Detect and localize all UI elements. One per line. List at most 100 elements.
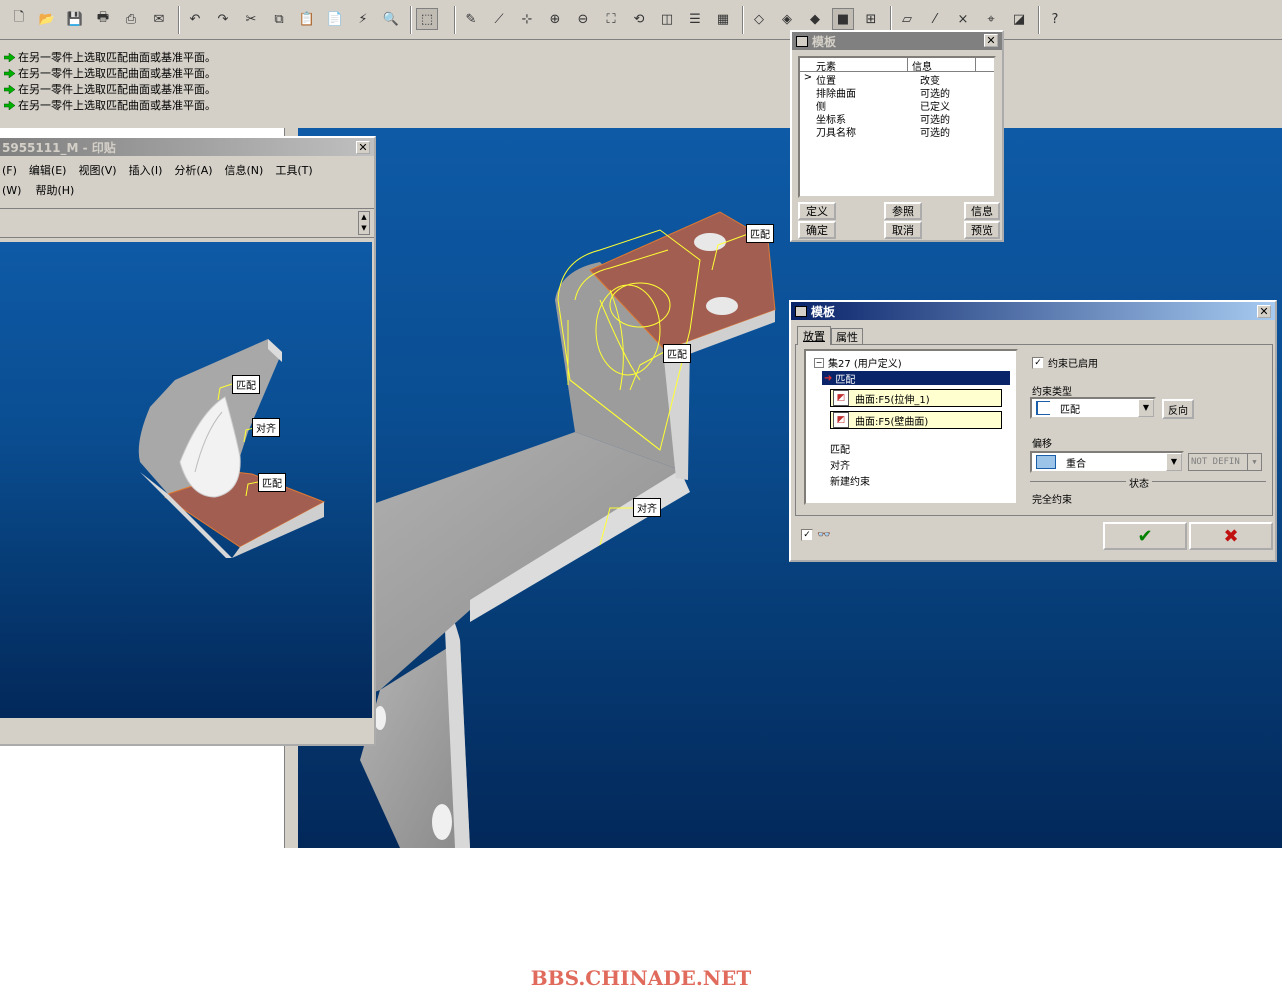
status-value: 完全约束 [1032, 495, 1072, 506]
help-icon[interactable]: ? [1044, 8, 1066, 30]
save-icon[interactable]: 💾 [64, 8, 86, 30]
wireframe-icon[interactable]: ◇ [748, 8, 770, 30]
zoom-out-icon[interactable]: ⊖ [572, 8, 594, 30]
close-icon[interactable]: ✕ [356, 141, 370, 154]
tab-properties[interactable]: 属性 [831, 328, 863, 345]
constraint-label[interactable]: 匹配 [663, 344, 691, 363]
constraint-enabled-checkbox[interactable]: ✓ [1032, 356, 1044, 369]
constraint-type-select[interactable]: 匹配 ▼ [1030, 397, 1156, 419]
reference-button[interactable]: 参照 [884, 202, 922, 220]
ok-check-button[interactable]: ✔ [1103, 522, 1187, 550]
email-icon[interactable]: ✉ [148, 8, 170, 30]
tree-item[interactable]: 对齐 [830, 457, 850, 472]
offset-select[interactable]: 重合 ▼ [1030, 451, 1184, 473]
column-info[interactable]: 信息 [908, 58, 976, 73]
collapse-icon[interactable]: − [814, 357, 824, 368]
csys-display-icon[interactable]: ⌖ [980, 8, 1002, 30]
menu-file[interactable]: (F) [2, 164, 17, 177]
datum-point-icon[interactable]: ⊹ [516, 8, 538, 30]
component-model[interactable] [0, 242, 372, 718]
menu-edit[interactable]: 编辑(E) [29, 162, 67, 178]
cancel-button[interactable]: 取消 [884, 221, 922, 239]
copy-icon[interactable]: ⧉ [268, 8, 290, 30]
chevron-down-icon[interactable]: ▼ [1138, 399, 1154, 417]
menu-analysis[interactable]: 分析(A) [174, 162, 212, 178]
menu-view[interactable]: 视图(V) [78, 162, 116, 178]
constraint-label[interactable]: 匹配 [746, 224, 774, 243]
datum-point-display-icon[interactable]: × [952, 8, 974, 30]
undo-icon[interactable]: ↶ [184, 8, 206, 30]
constraint-label[interactable]: 对齐 [633, 498, 661, 517]
menu-window[interactable]: (W) [2, 184, 21, 197]
refit-icon[interactable]: ⛶ [600, 8, 622, 30]
component-viewport[interactable]: 匹配 对齐 匹配 [0, 242, 372, 718]
preview-checkbox[interactable]: ✓ [801, 528, 813, 541]
dialog-title: 模板 [811, 304, 836, 319]
constraint-label[interactable]: 匹配 [258, 473, 286, 492]
regenerate-icon[interactable]: ⚡ [352, 8, 374, 30]
tab-placement[interactable]: 放置 [797, 326, 831, 345]
template-dialog-small: 模板 ✕ 元素 信息 > 位置 改变 排除曲面 可选的 侧 已定义 坐标系 可选… [790, 30, 1004, 242]
view-manager-icon[interactable]: ▦ [712, 8, 734, 30]
shading-icon[interactable]: ■ [832, 8, 854, 30]
sketch-icon[interactable]: ✎ [460, 8, 482, 30]
datum-axis-icon[interactable]: ⟋ [488, 8, 510, 30]
constraint-tree[interactable]: − 集27 (用户定义) ➜ 匹配 ◩ 曲面:F5(拉伸_1) ◩ 曲面:F5(… [804, 349, 1018, 505]
tree-item-selected[interactable]: ➜ 匹配 [822, 371, 1010, 386]
surface-reference[interactable]: ◩ 曲面:F5(壁曲面) [830, 411, 1002, 429]
select-box-icon[interactable]: ⬚ [416, 8, 438, 30]
list-item[interactable]: 排除曲面 可选的 [800, 85, 994, 100]
flip-button[interactable]: 反向 [1162, 399, 1194, 419]
surface-reference[interactable]: ◩ 曲面:F5(拉伸_1) [830, 389, 1002, 407]
model-tree-icon[interactable]: ⊞ [860, 8, 882, 30]
print-preview-icon[interactable]: ⎙ [120, 8, 142, 30]
menu-help[interactable]: 帮助(H) [35, 182, 74, 198]
scroll-arrows-icon[interactable]: ▲ ▼ [358, 211, 370, 235]
tree-root[interactable]: − 集27 (用户定义) [814, 355, 902, 370]
no-hidden-icon[interactable]: ◆ [804, 8, 826, 30]
chevron-down-icon[interactable]: ▼ [1166, 453, 1182, 471]
menu-info[interactable]: 信息(N) [225, 162, 264, 178]
tree-item[interactable]: 匹配 [830, 441, 850, 456]
list-item[interactable]: > 位置 改变 [800, 72, 994, 87]
column-element[interactable]: 元素 [800, 58, 908, 73]
new-icon[interactable]: 🗋 [8, 8, 30, 30]
info-button[interactable]: 信息 [964, 202, 1000, 220]
find-icon[interactable]: 🔍 [380, 8, 402, 30]
define-button[interactable]: 定义 [798, 202, 836, 220]
zoom-in-icon[interactable]: ⊕ [544, 8, 566, 30]
layers-icon[interactable]: ☰ [684, 8, 706, 30]
print-icon[interactable]: 🖶 [92, 8, 114, 30]
list-item[interactable]: 侧 已定义 [800, 98, 994, 113]
close-icon[interactable]: ✕ [1257, 305, 1271, 318]
list-item[interactable]: 刀具名称 可选的 [800, 124, 994, 139]
ok-button[interactable]: 确定 [798, 221, 836, 239]
constraint-label[interactable]: 匹配 [232, 375, 260, 394]
open-icon[interactable]: 📂 [36, 8, 58, 30]
paste-special-icon[interactable]: 📄 [324, 8, 346, 30]
cut-icon[interactable]: ✂ [240, 8, 262, 30]
menu-insert[interactable]: 插入(I) [129, 162, 163, 178]
cancel-x-button[interactable]: ✖ [1189, 522, 1273, 550]
surface-icon: ◩ [833, 412, 849, 428]
element-list[interactable]: 元素 信息 > 位置 改变 排除曲面 可选的 侧 已定义 坐标系 可选的 刀具名… [798, 56, 996, 198]
constraint-label[interactable]: 对齐 [252, 418, 280, 437]
preview-button[interactable]: 预览 [964, 221, 1000, 239]
template-dialog-titlebar[interactable]: 模板 [791, 302, 1275, 320]
close-icon[interactable]: ✕ [984, 34, 998, 47]
orient-icon[interactable]: ⟲ [628, 8, 650, 30]
annotation-icon[interactable]: ◪ [1008, 8, 1030, 30]
list-item[interactable]: 坐标系 可选的 [800, 111, 994, 126]
component-window-titlebar[interactable]: 5955111_M - 印贴 [0, 138, 374, 156]
menu-bar: (F) 编辑(E) 视图(V) 插入(I) 分析(A) 信息(N) 工具(T) … [0, 160, 374, 202]
menu-tools[interactable]: 工具(T) [275, 162, 312, 178]
datum-axis-display-icon[interactable]: ⁄ [924, 8, 946, 30]
saved-views-icon[interactable]: ◫ [656, 8, 678, 30]
model-tree-panel [0, 746, 285, 848]
template-dialog-titlebar[interactable]: 模板 [792, 32, 1002, 50]
datum-plane-icon[interactable]: ▱ [896, 8, 918, 30]
redo-icon[interactable]: ↷ [212, 8, 234, 30]
hidden-line-icon[interactable]: ◈ [776, 8, 798, 30]
paste-icon[interactable]: 📋 [296, 8, 318, 30]
tree-item[interactable]: 新建约束 [830, 473, 870, 488]
